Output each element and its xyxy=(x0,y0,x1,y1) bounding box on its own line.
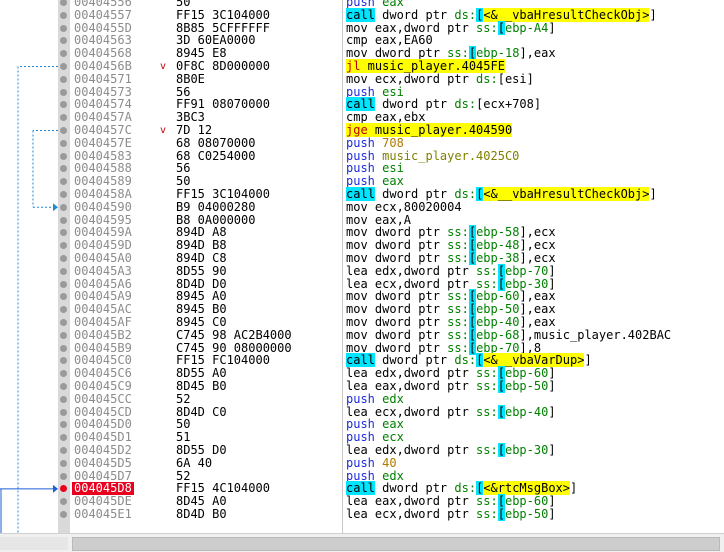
address-cell: 00404557 xyxy=(74,7,132,22)
instruction-token: ss: xyxy=(476,379,498,393)
disassembly-rows: 00404556 50 push eax 00404557 FF15 3C104000 c… xyxy=(70,0,724,533)
instruction-token: ] xyxy=(570,481,578,496)
instruction-token: ] xyxy=(548,507,556,521)
jump-arrows xyxy=(0,66,58,533)
instruction-token: ebp-A4 xyxy=(504,20,549,35)
instruction-token: ] xyxy=(548,379,556,393)
instruction-token: ] xyxy=(548,443,556,457)
address-cell: 004045A3 xyxy=(74,263,132,278)
instruction-token: <&__vbaHresultCheckObj> xyxy=(483,187,650,201)
instruction-token: lea ecx,dword ptr xyxy=(346,507,477,521)
instruction-token: ebp-40 xyxy=(504,404,549,419)
address-cell: 004045D5 xyxy=(74,455,132,470)
address-cell: 004045B2 xyxy=(74,327,132,342)
instruction-token: ],music_player.402BAC xyxy=(519,327,672,342)
instruction-token: [ecx+708] xyxy=(476,97,542,112)
instruction-token: [ xyxy=(497,507,505,521)
instruction-token: ss: xyxy=(476,20,498,35)
instruction-token: [ xyxy=(497,379,505,393)
scrollbar-left-stub xyxy=(0,537,68,550)
address-cell: 004045CC xyxy=(74,391,132,406)
disasm-row[interactable]: 004045D2 8D55 D0 lea edx,dword ptr ss:[ebp… xyxy=(70,443,724,457)
instruction-token: ds: xyxy=(454,97,477,112)
instruction-token: [ xyxy=(497,443,505,457)
disassembly-view: 00404556 50 push eax 00404557 FF15 3C104000 c… xyxy=(0,0,724,552)
disasm-row[interactable]: 004045E1 8D4D B0 lea ecx,dword ptr ss:[ebp… xyxy=(70,507,724,521)
bytes-cell: 52 xyxy=(176,391,191,406)
instruction-token: ] xyxy=(649,7,657,22)
bytes-cell: 8D4D B0 xyxy=(176,507,227,521)
instruction-token: ss: xyxy=(476,443,498,457)
bytes-cell: 8D55 90 xyxy=(176,263,227,278)
instruction-token: [ xyxy=(497,20,505,35)
disassembly-cell: lea ecx,dword ptr ss:[ebp-50] xyxy=(346,507,556,521)
horizontal-scrollbar[interactable] xyxy=(0,533,724,552)
scrollbar-thumb[interactable] xyxy=(72,537,720,551)
instruction-token: ] xyxy=(548,20,556,35)
instruction-token: ebp-50 xyxy=(504,379,549,393)
instruction-token: ] xyxy=(548,404,556,419)
instruction-token: ] xyxy=(649,187,657,201)
address-cell: 0040457E xyxy=(74,135,132,150)
bytes-cell: B9 04000280 xyxy=(176,199,256,214)
instruction-token: [ xyxy=(497,404,505,419)
current-ip-arrow-icon xyxy=(53,484,58,493)
instruction-token: [esi] xyxy=(497,71,534,86)
instruction-token: ss: xyxy=(476,404,498,419)
jump-marker-icon: v xyxy=(160,61,167,72)
instruction-token: ] xyxy=(584,353,592,368)
instruction-token: ss: xyxy=(476,507,498,521)
address-cell: 00404571 xyxy=(74,71,132,86)
address-cell: 00404590 xyxy=(74,199,132,214)
bytes-cell: 8B0E xyxy=(176,71,205,86)
instruction-token: ebp-50 xyxy=(504,507,549,521)
instruction-token: [ xyxy=(468,315,477,329)
bytes-cell: 68 08070000 xyxy=(176,135,256,150)
jump-marker-icon: v xyxy=(160,125,167,136)
instruction-token: [ xyxy=(497,263,505,278)
jump-arrowhead-icon xyxy=(53,203,58,212)
instruction-token: ebp-30 xyxy=(504,443,549,457)
bytes-cell: FF15 3C104000 xyxy=(176,7,270,22)
bytes-cell: C745 98 AC2B4000 xyxy=(176,327,292,342)
instruction-token: [ xyxy=(468,327,477,342)
instruction-token: ],eax xyxy=(519,46,556,61)
address-cell: 004045E1 xyxy=(74,507,132,521)
bytes-cell: 6A 40 xyxy=(176,455,213,470)
instruction-token: ds: xyxy=(476,71,498,86)
